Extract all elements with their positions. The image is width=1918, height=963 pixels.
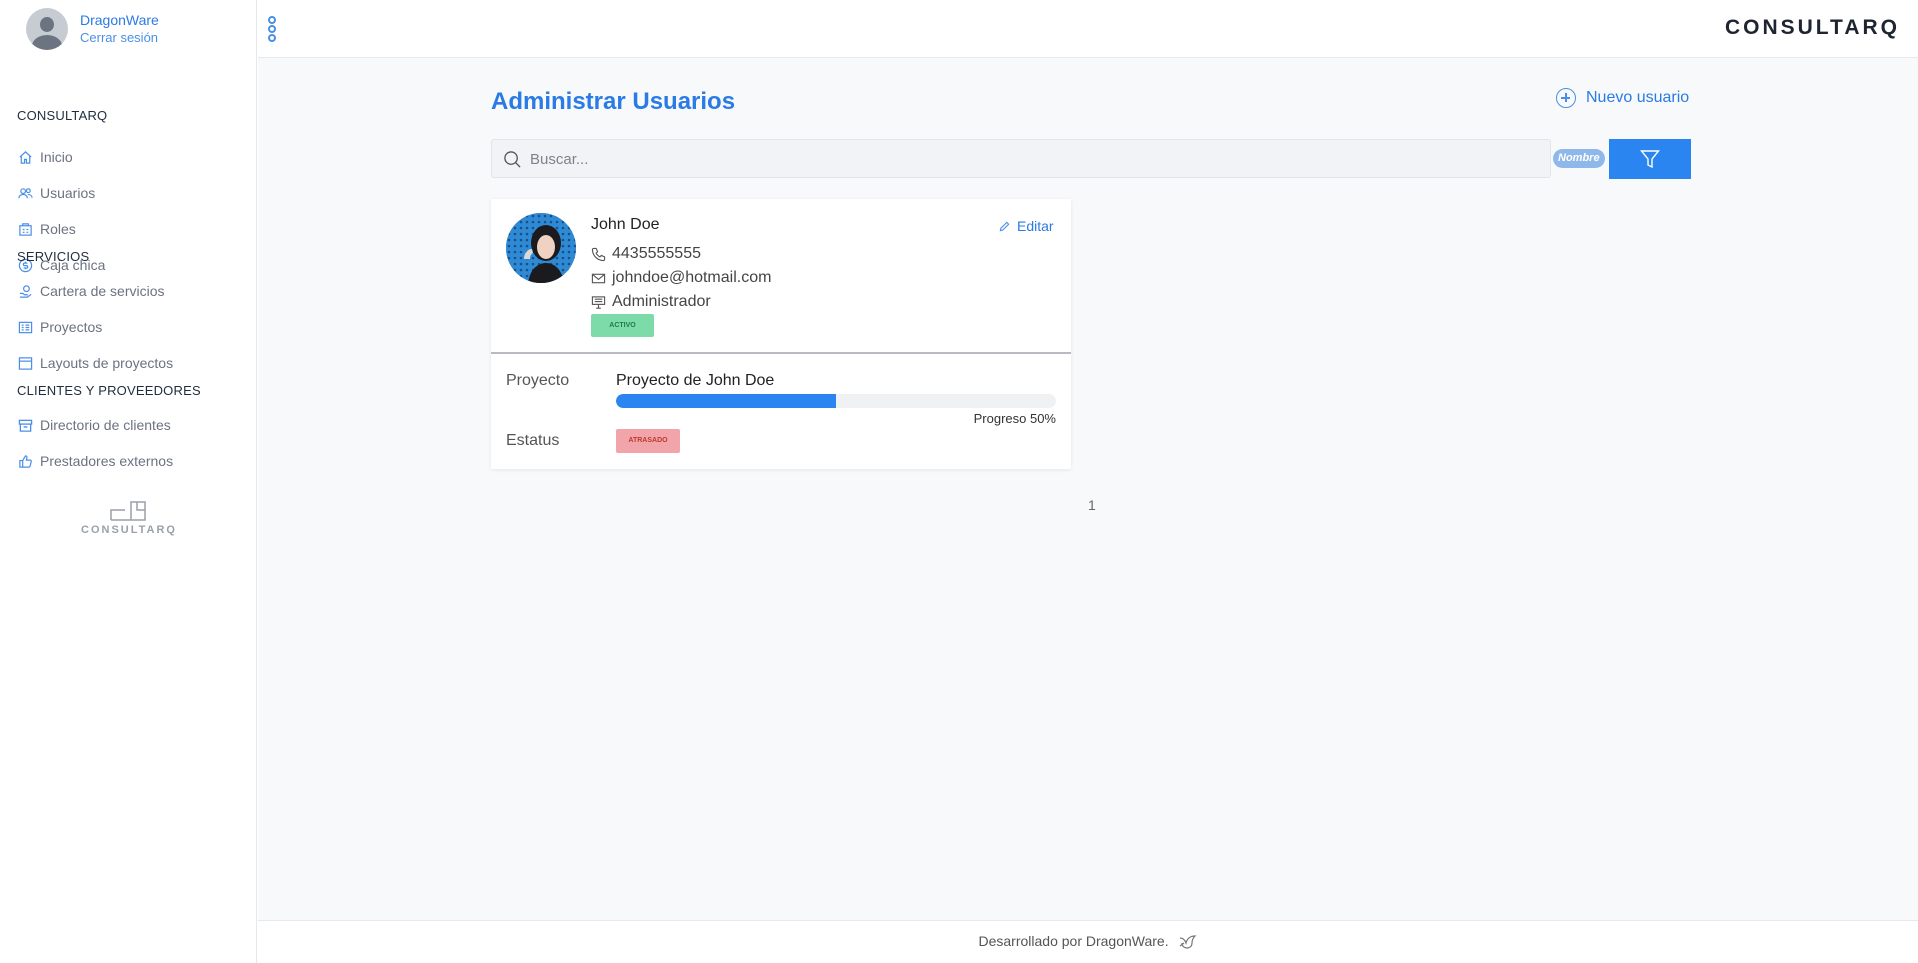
edit-user-link[interactable]: Editar [999,218,1054,234]
project-status-badge: ATRASADO [616,429,680,453]
sidebar-item-directorio[interactable]: Directorio de clientes [17,417,171,433]
phone-icon [591,247,606,261]
mail-icon [591,273,606,283]
thumbs-up-icon [17,453,33,469]
logout-link[interactable]: Cerrar sesión [80,29,159,46]
plus-circle-icon [1556,88,1576,108]
project-progress-fill [616,394,836,408]
services-icon [17,283,33,299]
sidebar-item-inicio[interactable]: Inicio [17,149,73,165]
footer-text: Desarrollado por DragonWare. [978,933,1169,949]
user-name: DragonWare [80,12,159,28]
sidebar-item-roles[interactable]: Roles [17,221,76,237]
sidebar-item-cartera[interactable]: Cartera de servicios [17,283,165,299]
sidebar-item-label: Proyectos [40,319,103,335]
sidebar-item-layouts[interactable]: Layouts de proyectos [17,355,173,371]
filter-icon [1640,150,1660,169]
sidebar-item-prestadores[interactable]: Prestadores externos [17,453,173,469]
user-name: John Doe [591,216,660,233]
pagination-page-1[interactable]: 1 [1088,497,1096,513]
users-icon [17,185,33,201]
sidebar-item-label: Roles [40,221,76,237]
email-value: johndoe@hotmail.com [612,269,772,286]
sidebar: DragonWare Cerrar sesión CONSULTARQ Inic… [0,0,257,963]
edit-label: Editar [1017,218,1054,234]
new-user-label: Nuevo usuario [1586,89,1690,106]
sidebar-item-label: Inicio [40,149,73,165]
phone-value: 4435555555 [612,245,701,262]
menu-toggle-button[interactable] [268,16,278,42]
logo-mark-icon [110,501,146,521]
project-progress-bar [616,394,1056,408]
page-title: Administrar Usuarios [491,88,736,115]
footer: Desarrollado por DragonWare. [258,920,1918,963]
roles-icon [17,221,33,237]
user-avatar [26,8,68,50]
dragon-logo-icon [1179,935,1196,949]
topbar: CONSULTARQ [258,0,1918,58]
sidebar-item-label: Directorio de clientes [40,417,171,433]
status-badge-active: ACTIVO [591,314,654,337]
sidebar-item-label: Cartera de servicios [40,283,165,299]
search-input[interactable] [530,146,1530,172]
user-box: DragonWare Cerrar sesión [26,8,159,50]
layout-icon [17,355,33,371]
sidebar-item-label: Prestadores externos [40,453,174,469]
home-icon [17,149,33,165]
section-title-clientes: CLIENTES Y PROVEEDORES [17,383,201,398]
search-bar [491,139,1551,178]
new-user-button[interactable]: Nuevo usuario [1556,88,1689,108]
card-divider [491,352,1071,354]
filter-button[interactable] [1609,139,1691,179]
sidebar-logo-text: CONSULTARQ [81,524,177,536]
sidebar-item-label: Layouts de proyectos [40,355,174,371]
user-phone: 4435555555 [591,245,701,263]
sidebar-item-label: Usuarios [40,185,96,201]
projects-icon [17,319,33,335]
user-card: John Doe Editar 4435555555 johndoe@hotma… [491,199,1071,469]
project-label: Proyecto [506,372,570,389]
sidebar-item-usuarios[interactable]: Usuarios [17,185,95,201]
status-label: Estatus [506,432,560,449]
section-title-consultarq: CONSULTARQ [17,108,108,123]
user-photo [506,213,576,283]
desktop-role-icon [591,295,606,309]
sidebar-logo: CONSULTARQ [76,500,182,536]
archive-icon [17,417,33,433]
filter-field-badge[interactable]: Nombre [1553,149,1605,168]
project-name: Proyecto de John Doe [616,372,775,389]
user-role: Administrador [591,293,711,311]
progress-text: Progreso 50% [973,411,1056,426]
sidebar-item-proyectos[interactable]: Proyectos [17,319,102,335]
search-icon [504,151,521,168]
main-content: Administrar Usuarios Nuevo usuario Nombr… [258,58,1918,920]
pencil-icon [999,221,1010,231]
section-title-servicios: SERVICIOS [17,249,90,264]
user-email: johndoe@hotmail.com [591,269,771,287]
role-value: Administrador [612,293,711,310]
brand-logo: CONSULTARQ [1724,16,1900,39]
